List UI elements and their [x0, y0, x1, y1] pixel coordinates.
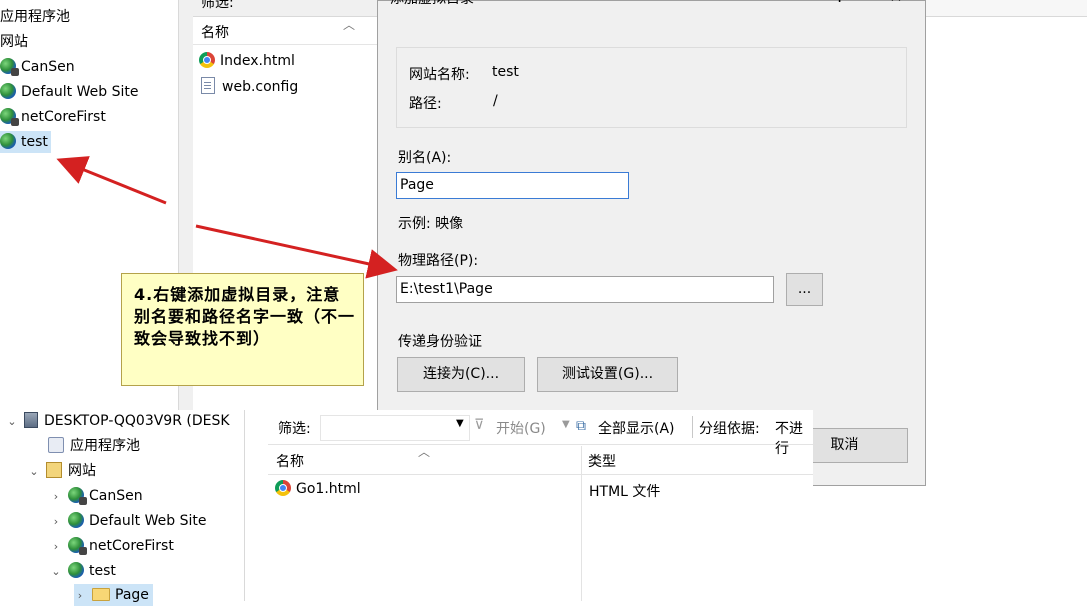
annotation-arrows [56, 156, 398, 279]
arrow-to-test-site [56, 156, 167, 205]
arrow-to-physical-path [195, 224, 398, 279]
